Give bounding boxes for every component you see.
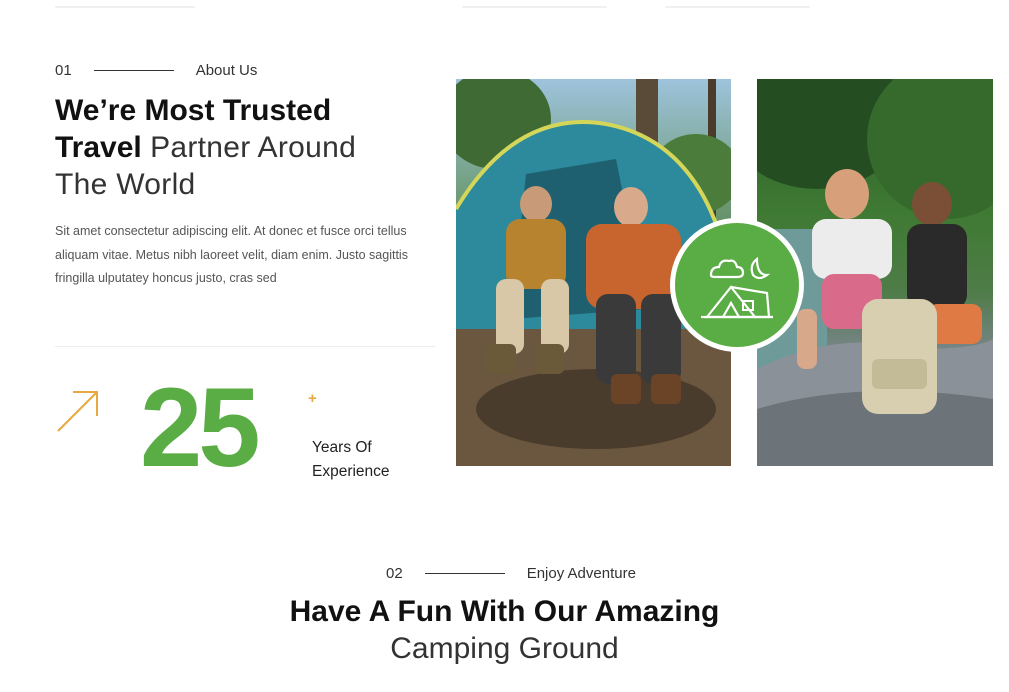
plus-icon: +: [308, 390, 317, 407]
about-divider: [55, 346, 435, 347]
enjoy-heading-bold: Have A Fun With Our Amazing: [289, 595, 720, 628]
heading-bold-line2: Travel: [55, 131, 142, 164]
about-paragraph: Sit amet consectetur adipiscing elit. At…: [55, 224, 408, 285]
top-divider-left: [55, 6, 195, 8]
section-number: 01: [55, 62, 72, 79]
heading-light-line3: The World: [55, 168, 196, 201]
experience-label-line1: Years Of: [312, 439, 372, 456]
experience-label: Years Of Experience: [312, 436, 432, 484]
enjoy-section-label: 02 Enjoy Adventure: [386, 565, 636, 582]
enjoy-heading: Have A Fun With Our Amazing Camping Grou…: [0, 593, 1009, 667]
about-heading: We’re Most Trusted Travel Partner Around…: [55, 92, 435, 203]
camping-tent-icon: [701, 256, 773, 319]
experience-label-line2: Experience: [312, 463, 390, 480]
experience-number: 25: [140, 365, 261, 490]
arrow-up-right-icon: [55, 388, 101, 434]
enjoy-heading-light: Camping Ground: [390, 632, 619, 665]
top-divider-right: [665, 6, 810, 8]
heading-bold-line1: We’re Most Trusted: [55, 94, 332, 127]
top-divider-center: [462, 6, 607, 8]
about-section-label: 01 About Us: [55, 62, 257, 79]
heading-light-line2: Partner Around: [150, 131, 357, 164]
section-label-text: Enjoy Adventure: [526, 565, 636, 582]
section-label-line: [93, 70, 174, 71]
section-number: 02: [386, 565, 403, 582]
section-label-line: [424, 573, 505, 574]
section-label-text: About Us: [195, 62, 258, 79]
camping-badge: [670, 218, 804, 352]
